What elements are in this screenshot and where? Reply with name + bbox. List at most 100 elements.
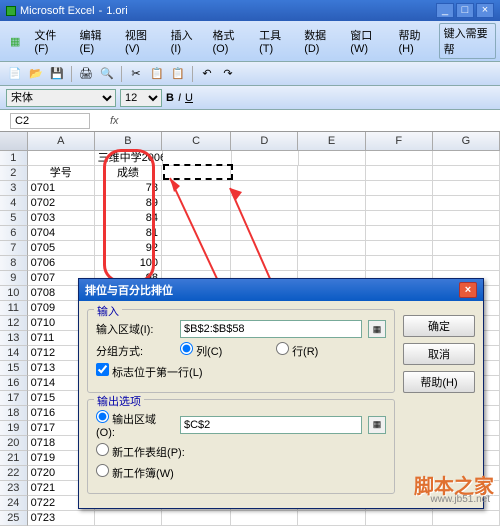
cell[interactable] [231, 226, 298, 241]
cell[interactable] [366, 226, 433, 241]
row-header[interactable]: 5 [0, 211, 28, 226]
cell[interactable] [433, 196, 500, 211]
radio-new-book[interactable]: 新工作簿(W) [96, 464, 174, 481]
row-header[interactable]: 12 [0, 316, 28, 331]
cell[interactable]: 0723 [28, 511, 95, 526]
column-header[interactable]: B [95, 132, 162, 150]
italic-icon[interactable]: I [178, 92, 181, 104]
row-header[interactable]: 21 [0, 451, 28, 466]
open-icon[interactable]: 📂 [27, 65, 45, 83]
row-header[interactable]: 10 [0, 286, 28, 301]
cell[interactable]: 0703 [28, 211, 95, 226]
cell[interactable] [162, 511, 231, 526]
cell[interactable] [231, 511, 298, 526]
cell[interactable]: 0702 [28, 196, 95, 211]
row-header[interactable]: 1 [0, 151, 28, 166]
cell[interactable] [298, 226, 365, 241]
cell[interactable] [298, 511, 365, 526]
new-icon[interactable]: 📄 [6, 65, 24, 83]
cell[interactable]: 0701 [28, 181, 95, 196]
cell[interactable] [162, 211, 231, 226]
ok-button[interactable]: 确定 [403, 315, 475, 337]
cell[interactable] [298, 166, 365, 181]
cell[interactable]: 81 [95, 226, 162, 241]
menu-window[interactable]: 窗口(W) [344, 25, 390, 57]
menu-edit[interactable]: 编辑(E) [73, 25, 117, 57]
cell[interactable] [433, 181, 500, 196]
cut-icon[interactable]: ✂ [127, 65, 145, 83]
cell[interactable] [433, 256, 500, 271]
radio-row[interactable]: 行(R) [276, 342, 354, 359]
cell[interactable]: 三维中学2006年第一学期期中考试化学成绩统计表 [95, 151, 163, 166]
cancel-button[interactable]: 取消 [403, 343, 475, 365]
cell[interactable]: 学号 [28, 166, 95, 181]
redo-icon[interactable]: ↷ [219, 65, 237, 83]
column-header[interactable]: A [28, 132, 95, 150]
menu-data[interactable]: 数据(D) [298, 25, 342, 57]
cell[interactable]: 100 [95, 256, 162, 271]
font-selector[interactable]: 宋体 [6, 89, 116, 107]
row-header[interactable]: 2 [0, 166, 28, 181]
menu-view[interactable]: 视图(V) [119, 25, 163, 57]
cell[interactable] [231, 256, 298, 271]
cell[interactable] [162, 241, 231, 256]
cell[interactable] [298, 256, 365, 271]
cell[interactable] [162, 226, 231, 241]
cell[interactable] [162, 166, 231, 181]
excel-menu-icon[interactable]: ▦ [4, 33, 26, 50]
row-header[interactable]: 4 [0, 196, 28, 211]
row-header[interactable]: 19 [0, 421, 28, 436]
cell[interactable] [366, 181, 433, 196]
close-button[interactable]: × [476, 3, 494, 18]
undo-icon[interactable]: ↶ [198, 65, 216, 83]
range-picker-icon[interactable]: ▦ [368, 320, 386, 338]
cell[interactable] [231, 166, 298, 181]
dialog-titlebar[interactable]: 排位与百分比排位 × [79, 279, 483, 301]
cell[interactable] [366, 511, 433, 526]
column-header[interactable]: E [298, 132, 365, 150]
cell[interactable] [366, 151, 433, 166]
row-header[interactable]: 8 [0, 256, 28, 271]
fx-icon[interactable]: fx [110, 115, 119, 127]
cell[interactable] [433, 166, 500, 181]
cell[interactable] [298, 211, 365, 226]
font-size-selector[interactable]: 12 [120, 89, 162, 107]
cell[interactable] [433, 151, 500, 166]
cell[interactable] [28, 151, 95, 166]
cell[interactable]: 89 [95, 196, 162, 211]
print-icon[interactable]: 🖨 [77, 65, 95, 83]
help-search-box[interactable]: 键入需要帮 [439, 23, 496, 59]
row-header[interactable]: 17 [0, 391, 28, 406]
row-header[interactable]: 22 [0, 466, 28, 481]
column-header[interactable]: F [366, 132, 433, 150]
cell[interactable]: 成绩 [95, 166, 162, 181]
cell[interactable] [163, 151, 232, 166]
cell[interactable] [433, 511, 500, 526]
cell[interactable]: 0704 [28, 226, 95, 241]
row-header[interactable]: 3 [0, 181, 28, 196]
output-range-field[interactable] [180, 416, 362, 434]
cell[interactable] [298, 181, 365, 196]
row-header[interactable]: 25 [0, 511, 28, 526]
row-header[interactable]: 14 [0, 346, 28, 361]
cell[interactable] [366, 211, 433, 226]
cell[interactable] [433, 211, 500, 226]
cell[interactable] [433, 226, 500, 241]
cell[interactable] [231, 211, 298, 226]
cell[interactable]: 92 [95, 241, 162, 256]
row-header[interactable]: 6 [0, 226, 28, 241]
input-range-field[interactable] [180, 320, 362, 338]
row-header[interactable]: 16 [0, 376, 28, 391]
row-header[interactable]: 18 [0, 406, 28, 421]
row-header[interactable]: 24 [0, 496, 28, 511]
cell[interactable] [162, 196, 231, 211]
radio-column[interactable]: 列(C) [180, 342, 258, 359]
cell[interactable]: 0705 [28, 241, 95, 256]
cell[interactable] [232, 151, 299, 166]
cell[interactable]: 0706 [28, 256, 95, 271]
first-row-checkbox[interactable]: 标志位于第一行(L) [96, 363, 203, 380]
paste-icon[interactable]: 📋 [169, 65, 187, 83]
underline-icon[interactable]: U [185, 92, 193, 104]
menu-help[interactable]: 帮助(H) [393, 25, 437, 57]
minimize-button[interactable]: _ [436, 3, 454, 18]
